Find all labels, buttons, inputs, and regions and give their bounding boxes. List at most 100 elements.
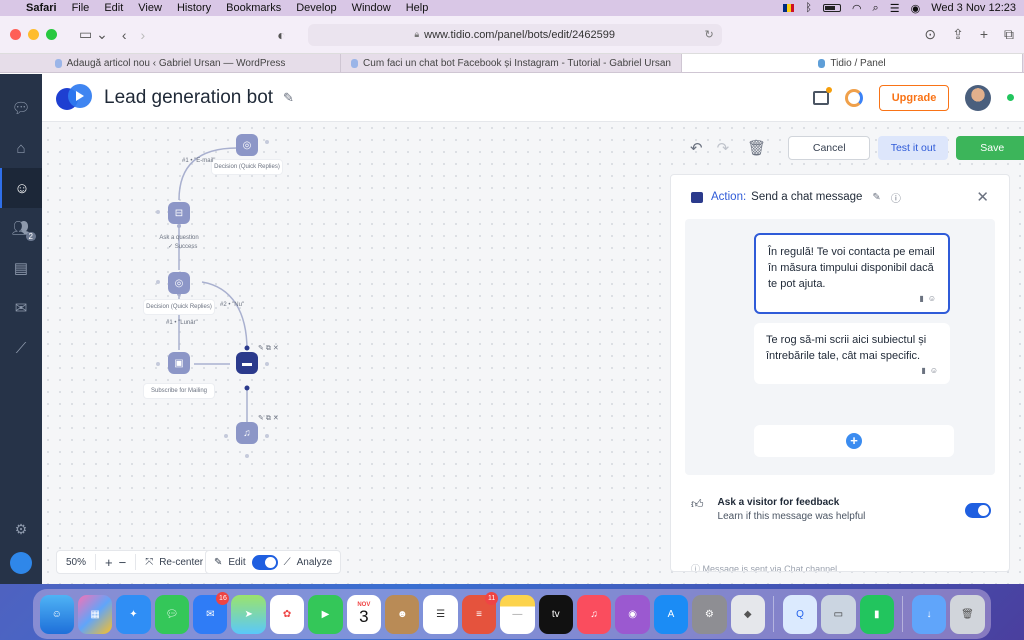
sidebar-item-mailing[interactable]: ✉ bbox=[0, 288, 42, 328]
reload-icon[interactable]: ↻ bbox=[704, 28, 713, 41]
feedback-toggle[interactable] bbox=[965, 503, 991, 518]
podcasts-icon[interactable]: ◉ bbox=[615, 594, 650, 634]
safari-icon[interactable]: ✦ bbox=[116, 594, 151, 634]
system-preferences-icon[interactable]: ⚙ bbox=[692, 594, 727, 634]
photos-icon[interactable]: ✿ bbox=[269, 594, 305, 634]
menu-file[interactable]: File bbox=[72, 2, 90, 14]
music-icon[interactable]: ♫ bbox=[576, 594, 612, 634]
flow-node-notify[interactable]: ♫ bbox=[236, 422, 258, 444]
updates-icon[interactable] bbox=[813, 86, 832, 105]
menu-window[interactable]: Window bbox=[352, 2, 391, 14]
flow-node-decision-2[interactable]: ◎ bbox=[168, 272, 190, 294]
todoist-icon[interactable]: ≡ 11 bbox=[461, 591, 499, 634]
privacy-shield-icon[interactable]: ◐ bbox=[277, 27, 285, 43]
sidebar-item-analytics[interactable]: ⟋ bbox=[0, 328, 42, 368]
menu-app[interactable]: Safari bbox=[26, 2, 57, 14]
node-tools-icon[interactable]: ✎⧉✕ bbox=[258, 344, 281, 353]
downloads-icon[interactable]: ⊙ bbox=[924, 26, 936, 43]
node-tools-icon[interactable]: ✎⧉✕ bbox=[258, 414, 281, 423]
spotlight-icon[interactable]: ⌕ bbox=[873, 2, 879, 15]
flow-node-ask-question[interactable]: ⊟ bbox=[168, 202, 190, 224]
flow-node-subscribe[interactable]: ▣ bbox=[168, 352, 190, 374]
menu-history[interactable]: History bbox=[177, 2, 211, 14]
flow-canvas[interactable]: ◎ Decision (Quick Replies) #1 • "E-mail"… bbox=[42, 122, 670, 584]
zoom-window-button[interactable] bbox=[46, 29, 57, 40]
input-source-flag-icon[interactable] bbox=[783, 4, 795, 12]
sidebar-item-address-book[interactable]: ▤ bbox=[0, 248, 42, 288]
flow-node-send-message-selected[interactable]: ▬ bbox=[236, 352, 258, 374]
wifi-icon[interactable]: ◠ bbox=[852, 2, 862, 15]
messages-icon[interactable]: 💬︎ bbox=[154, 594, 190, 634]
tab-tidio[interactable]: Tidio / Panel bbox=[682, 54, 1023, 72]
menu-view[interactable]: View bbox=[138, 2, 162, 14]
clock[interactable]: Wed 3 Nov 12:23 bbox=[931, 2, 1016, 14]
app-store-icon[interactable]: A bbox=[653, 594, 689, 634]
back-icon[interactable]: ‹ bbox=[122, 27, 127, 43]
bubble-tools-icon[interactable]: ▮☺ bbox=[919, 291, 940, 307]
menu-edit[interactable]: Edit bbox=[104, 2, 123, 14]
address-bar[interactable]: 🔒︎ www.tidio.com/panel/bots/edit/2462599… bbox=[307, 23, 722, 46]
zoom-out-icon[interactable]: − bbox=[119, 555, 127, 570]
close-window-button[interactable] bbox=[10, 29, 21, 40]
add-message-button[interactable]: + bbox=[754, 425, 954, 457]
bot-title[interactable]: Lead generation bot bbox=[104, 87, 273, 109]
contacts-icon[interactable]: ☻ bbox=[385, 594, 420, 634]
flow-node-decision-1[interactable]: ◎ bbox=[236, 134, 258, 156]
onboarding-progress-icon[interactable] bbox=[845, 88, 863, 107]
new-tab-icon[interactable]: + bbox=[980, 26, 988, 43]
sidebar-toggle-icon[interactable]: ▭ ⌄ bbox=[79, 26, 108, 43]
bubble-tools-icon[interactable]: ▮☺ bbox=[921, 363, 942, 379]
trash-bin-icon[interactable]: 🗑︎ bbox=[950, 594, 985, 634]
redo-icon[interactable]: ↷ bbox=[717, 139, 730, 157]
reminders-icon[interactable]: ☰ bbox=[423, 594, 458, 634]
finder-icon[interactable]: ☺ bbox=[39, 594, 74, 634]
calendar-icon[interactable]: NOV 3 bbox=[346, 594, 382, 634]
preview-icon[interactable]: ▭ bbox=[821, 594, 856, 634]
edit-pencil-icon[interactable]: ✎ bbox=[872, 192, 880, 203]
test-it-out-button[interactable]: Test it out bbox=[878, 136, 949, 160]
tab-tutorial[interactable]: Cum faci un chat bot Facebook și Instagr… bbox=[341, 54, 682, 72]
minimize-window-button[interactable] bbox=[28, 29, 39, 40]
sidebar-item-home[interactable]: ⌂ bbox=[0, 128, 42, 168]
sidebar-item-contacts[interactable]: 👥︎ 2 bbox=[0, 208, 42, 248]
maps-icon[interactable]: ➤ bbox=[231, 594, 266, 634]
roblox-icon[interactable]: ◆ bbox=[730, 594, 765, 634]
mail-icon[interactable]: ✉ 16 bbox=[193, 591, 230, 634]
tidio-logo-icon[interactable] bbox=[10, 552, 32, 574]
trash-icon[interactable]: 🗑︎ bbox=[747, 139, 766, 157]
zoom-in-icon[interactable]: + bbox=[105, 555, 113, 570]
avatar[interactable] bbox=[965, 84, 991, 111]
help-icon[interactable]: ⓘ bbox=[891, 190, 901, 205]
cancel-button[interactable]: Cancel bbox=[788, 136, 871, 160]
settings-gear-icon[interactable]: ⚙ bbox=[15, 521, 28, 538]
menu-help[interactable]: Help bbox=[406, 2, 429, 14]
launchpad-icon[interactable]: ▦ bbox=[77, 594, 113, 634]
message-bubble-2[interactable]: Te rog să-mi scrii aici subiectul și înt… bbox=[754, 323, 950, 384]
share-icon[interactable]: ⇪ bbox=[952, 26, 964, 43]
menu-bookmarks[interactable]: Bookmarks bbox=[226, 2, 281, 14]
numbers-icon[interactable]: ▮ bbox=[859, 594, 894, 634]
facetime-icon[interactable]: ▶ bbox=[308, 594, 343, 634]
tab-wordpress[interactable]: Adaugă articol nou ‹ Gabriel Ursan — Wor… bbox=[0, 54, 341, 72]
tab-overview-icon[interactable]: ⧉ bbox=[1004, 26, 1014, 43]
control-center-icon[interactable]: ☰ bbox=[890, 2, 900, 15]
analyze-mode-label[interactable]: Analyze bbox=[297, 557, 333, 568]
sidebar-item-conversations[interactable]: 💬︎ bbox=[0, 88, 42, 128]
siri-icon[interactable]: ◉ bbox=[911, 2, 921, 15]
apple-tv-icon[interactable]: tv bbox=[538, 594, 573, 634]
bluetooth-icon[interactable]: ᛒ bbox=[805, 2, 812, 14]
message-bubble-1[interactable]: În regulă! Te voi contacta pe email în m… bbox=[754, 233, 950, 314]
recenter-button[interactable]: ⤧ Re-center bbox=[136, 551, 212, 573]
edit-analyze-toggle[interactable] bbox=[251, 554, 278, 570]
save-button[interactable]: Save bbox=[956, 136, 1024, 160]
message-text[interactable]: În regulă! Te voi contacta pe email în m… bbox=[768, 246, 935, 290]
menu-develop[interactable]: Develop bbox=[296, 2, 336, 14]
sidebar-item-bots[interactable]: ☺ bbox=[0, 168, 42, 208]
undo-icon[interactable]: ↶ bbox=[690, 139, 703, 157]
edit-title-pencil-icon[interactable]: ✎ bbox=[283, 90, 294, 106]
close-panel-icon[interactable]: ✕ bbox=[976, 188, 989, 206]
forward-icon[interactable]: › bbox=[141, 27, 146, 43]
message-text[interactable]: Te rog să-mi scrii aici subiectul și înt… bbox=[766, 334, 926, 362]
upgrade-button[interactable]: Upgrade bbox=[879, 84, 949, 111]
downloads-folder-icon[interactable]: ↓ bbox=[911, 594, 947, 634]
